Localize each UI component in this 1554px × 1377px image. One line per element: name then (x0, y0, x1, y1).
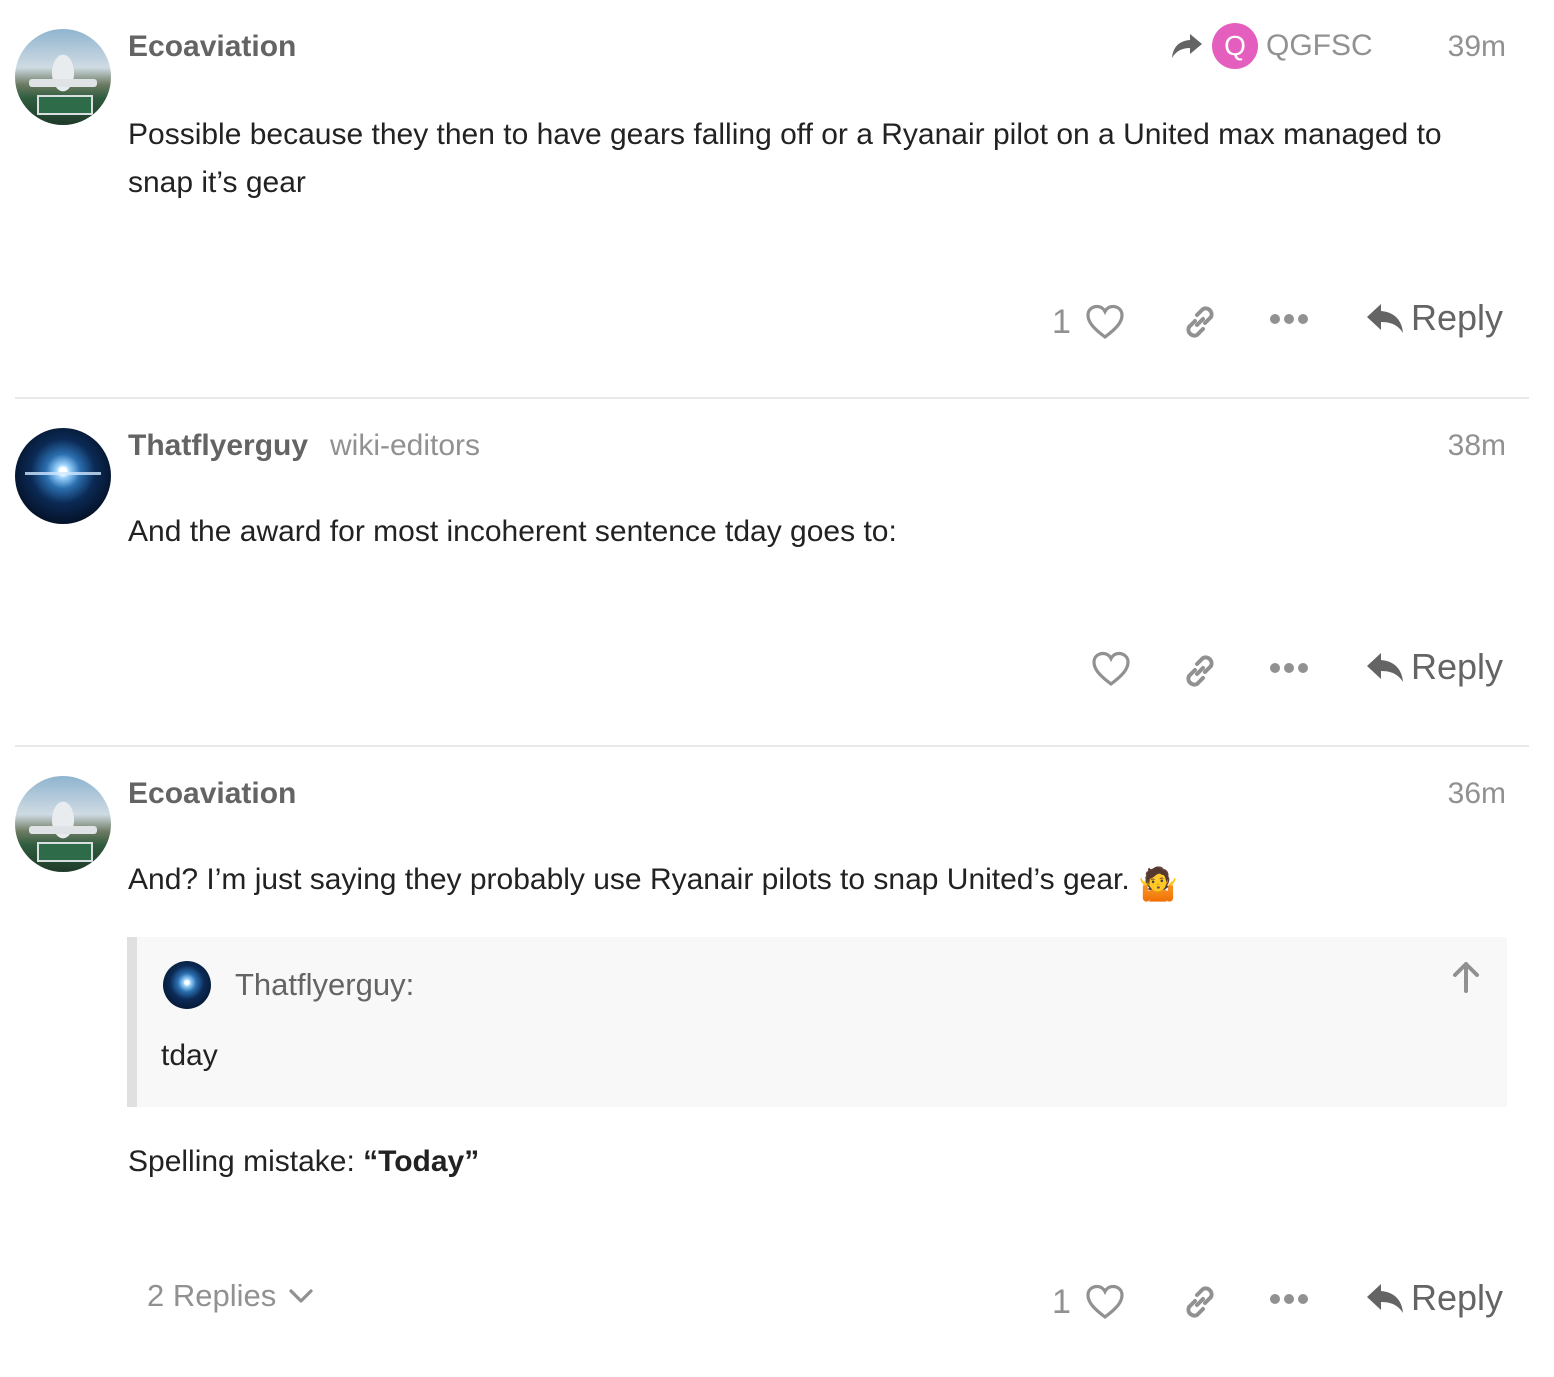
jump-to-quote-button[interactable] (1451, 961, 1481, 998)
copy-link-button[interactable] (1180, 302, 1220, 342)
quote-block: Thatflyerguy: tday (127, 937, 1507, 1107)
share-arrow-icon (1172, 34, 1202, 58)
reply-icon (1367, 653, 1403, 682)
reply-icon (1367, 304, 1403, 333)
post-time[interactable]: 39m (1448, 30, 1506, 64)
post-time[interactable]: 36m (1448, 777, 1506, 811)
reply-icon (1367, 1284, 1403, 1313)
copy-link-button[interactable] (1180, 1282, 1220, 1322)
copy-link-button[interactable] (1180, 651, 1220, 691)
post-body: And? I’m just saying they probably use R… (128, 856, 1508, 908)
post-3: Ecoaviation 36m And? I’m just saying the… (0, 747, 1554, 1377)
post-username[interactable]: Ecoaviation (128, 777, 296, 811)
post-username[interactable]: Ecoaviation (128, 30, 296, 64)
avatar[interactable] (15, 428, 111, 524)
more-options-button[interactable] (1269, 1292, 1309, 1306)
reply-label: Reply (1411, 1277, 1504, 1318)
post-body: Possible because they then to have gears… (128, 118, 1442, 199)
like-button[interactable]: 1 (1052, 1277, 1125, 1327)
like-button[interactable]: 1 (1052, 297, 1125, 347)
post-actions: 1 Reply (0, 1277, 1554, 1327)
after-quote-bold: “Today” (363, 1145, 480, 1178)
heart-icon (1086, 304, 1124, 340)
reply-to-username: QGFSC (1266, 29, 1373, 62)
like-count: 1 (1052, 302, 1071, 341)
user-group[interactable]: wiki-editors (330, 429, 480, 463)
post-actions: Reply (0, 646, 1554, 696)
post-actions: 1 Reply (0, 297, 1554, 347)
reply-label: Reply (1411, 646, 1504, 687)
avatar[interactable] (15, 29, 111, 125)
reply-button[interactable]: Reply (1365, 297, 1503, 339)
more-icon (1270, 1294, 1308, 1304)
post-username[interactable]: Thatflyerguy (128, 429, 308, 463)
quote-username[interactable]: Thatflyerguy: (235, 967, 414, 1003)
more-options-button[interactable] (1269, 312, 1309, 326)
heart-icon (1086, 1284, 1124, 1320)
more-icon (1270, 663, 1308, 673)
post-time[interactable]: 38m (1448, 429, 1506, 463)
like-count: 1 (1052, 1282, 1071, 1321)
post-body-text: And? I’m just saying they probably use R… (128, 863, 1130, 896)
like-button[interactable] (1091, 651, 1131, 687)
link-icon (1186, 655, 1214, 687)
shrug-emoji: 🤷 (1138, 866, 1178, 902)
reply-to-indicator[interactable]: Q QGFSC (1170, 23, 1373, 69)
quote-text: tday (161, 1039, 218, 1072)
post-1: Ecoaviation Q QGFSC 39m Possible because… (0, 0, 1554, 398)
arrow-up-icon (1453, 962, 1479, 993)
after-quote-text: Spelling mistake: (128, 1145, 364, 1178)
more-options-button[interactable] (1269, 661, 1309, 675)
avatar[interactable] (15, 776, 111, 872)
more-icon (1270, 314, 1308, 324)
post-body: And the award for most incoherent senten… (128, 515, 897, 548)
post-2: Thatflyerguy wiki-editors 38m And the aw… (0, 399, 1554, 745)
heart-icon (1092, 651, 1130, 687)
reply-button[interactable]: Reply (1365, 1277, 1503, 1319)
post-body-after-quote: Spelling mistake: “Today” (128, 1138, 1508, 1186)
link-icon (1186, 1286, 1214, 1318)
quote-avatar (163, 961, 211, 1009)
reply-to-avatar: Q (1212, 23, 1258, 69)
reply-button[interactable]: Reply (1365, 646, 1503, 688)
link-icon (1186, 306, 1214, 338)
reply-label: Reply (1411, 297, 1504, 338)
